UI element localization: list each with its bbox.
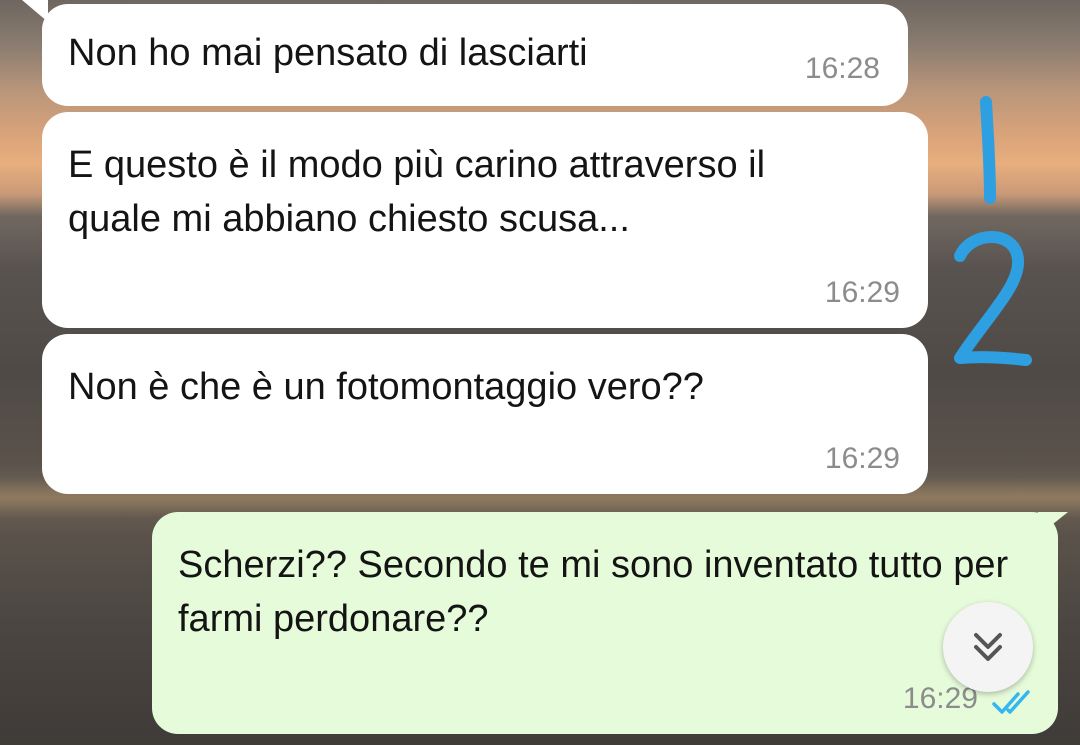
message-text: Non è che è un fotomontaggio vero??	[68, 366, 704, 408]
message-text: Scherzi?? Secondo te mi sono inventato t…	[178, 544, 1009, 640]
message-timestamp: 16:29	[824, 442, 900, 475]
message-bubble-incoming[interactable]: Non è che è un fotomontaggio vero?? 16:2…	[42, 334, 928, 494]
double-check-icon	[992, 690, 1030, 714]
message-bubble-outgoing[interactable]: Scherzi?? Secondo te mi sono inventato t…	[152, 512, 1058, 734]
double-chevron-down-icon	[974, 633, 1002, 661]
message-bubble-incoming[interactable]: Non ho mai pensato di lasciarti 16:28	[42, 4, 908, 106]
message-text: Non ho mai pensato di lasciarti	[68, 32, 588, 74]
message-text: E questo è il modo più carino attraverso…	[68, 144, 766, 240]
handwritten-number-two	[954, 231, 1032, 366]
scroll-to-bottom-button[interactable]	[943, 602, 1033, 692]
handwritten-number-one	[980, 96, 996, 204]
message-timestamp: 16:29	[824, 276, 900, 309]
message-timestamp: 16:28	[804, 52, 880, 85]
message-bubble-incoming[interactable]: E questo è il modo più carino attraverso…	[42, 112, 928, 328]
